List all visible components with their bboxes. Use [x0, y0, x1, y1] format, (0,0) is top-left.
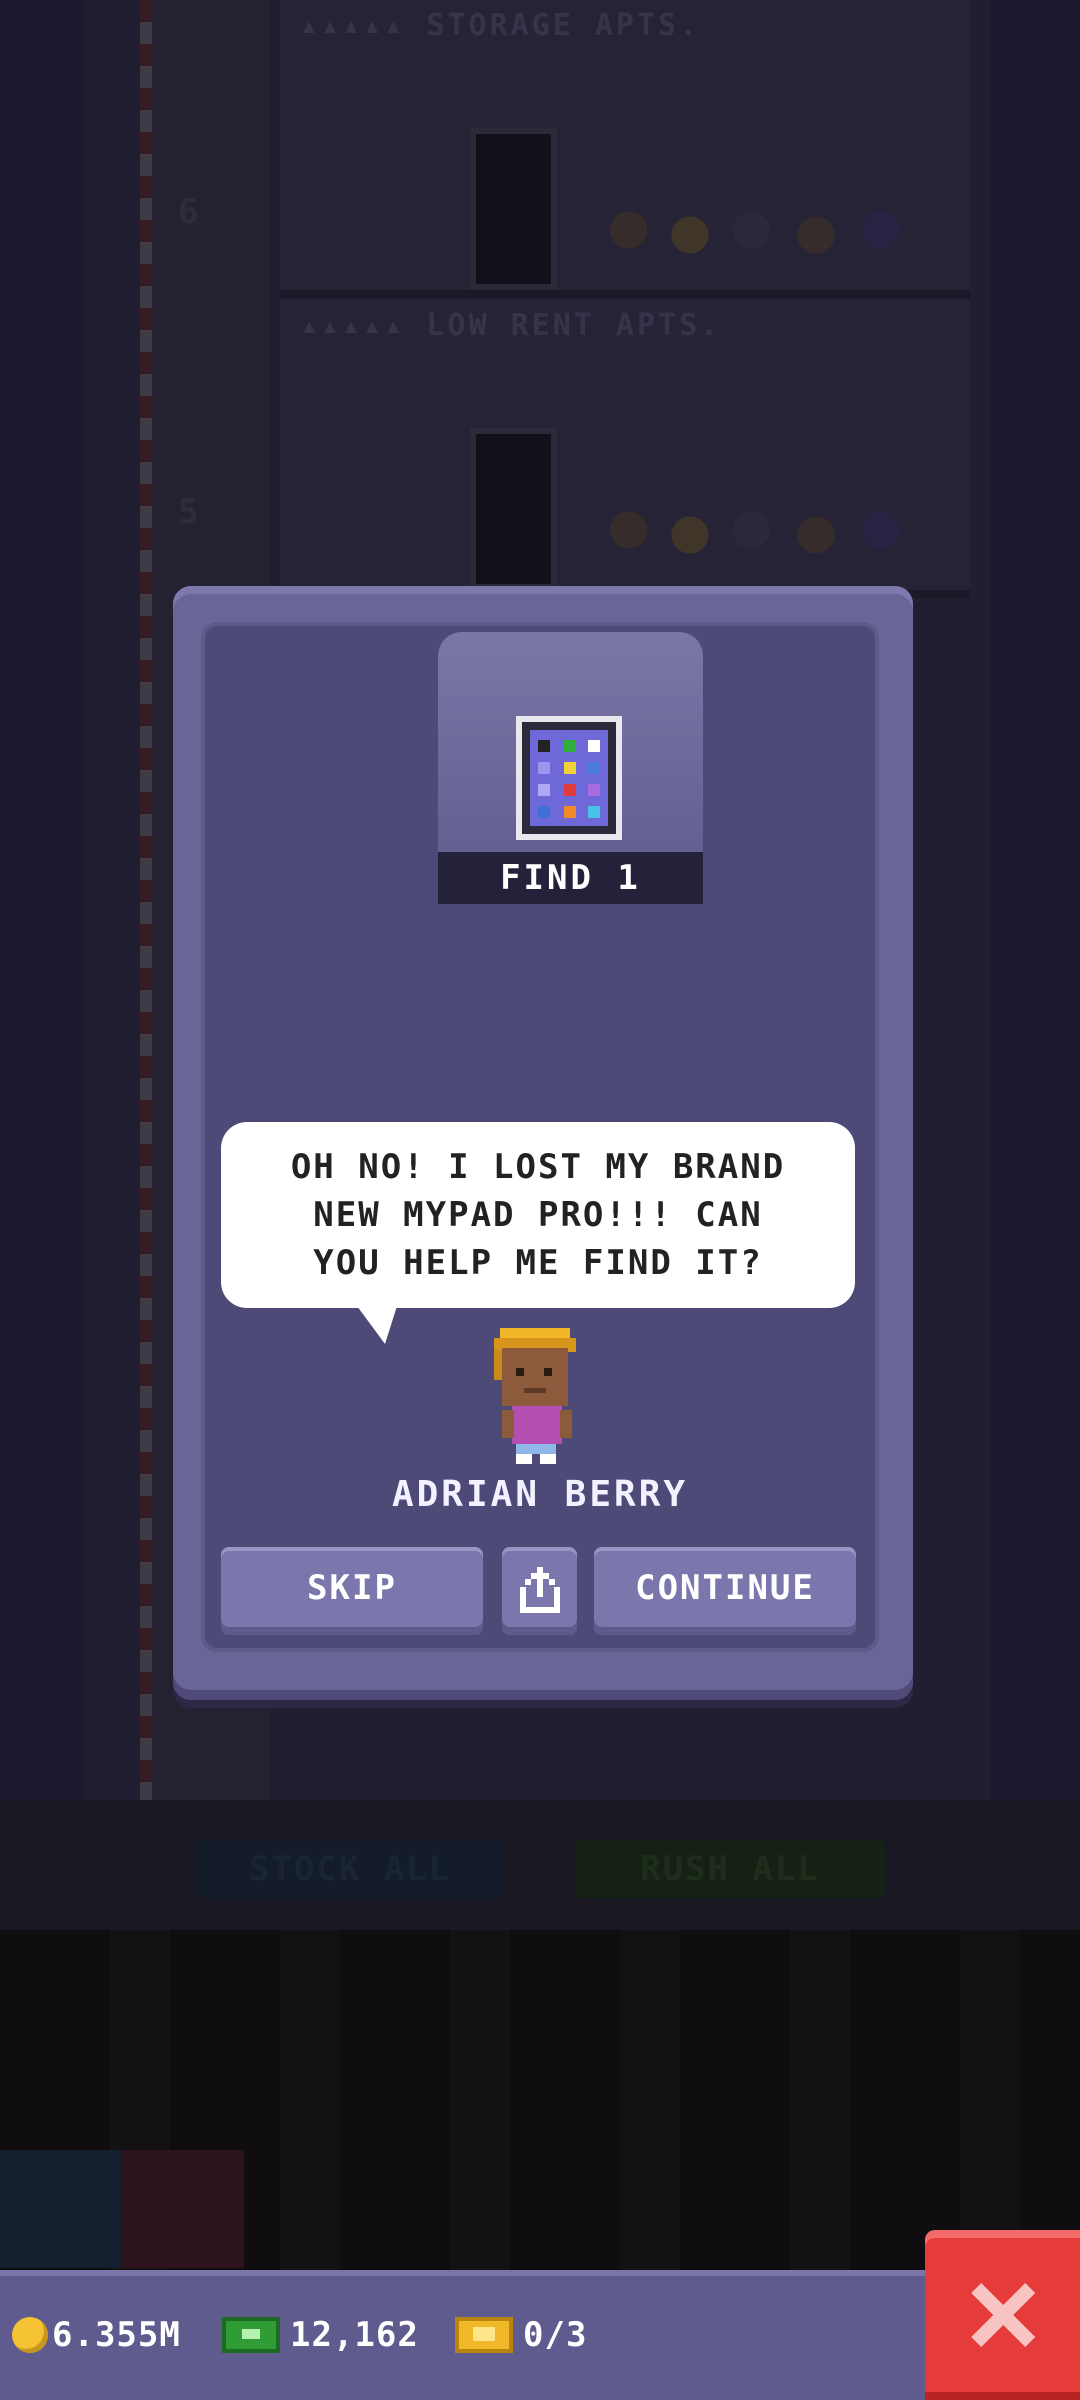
skip-button[interactable]: SKIP	[221, 1547, 483, 1635]
speech-line: NEW MYPAD PRO!!! CAN	[313, 1195, 763, 1235]
speech-line: OH NO! I LOST MY BRAND	[290, 1147, 786, 1187]
bux-value: 12,162	[290, 2315, 419, 2355]
character-name: ADRIAN BERRY	[391, 1474, 689, 1515]
tickets-value: 0/3	[523, 2315, 588, 2355]
currency-bar: 6.355M 12,162 0/3	[0, 2270, 925, 2400]
speech-bubble: OH NO! I LOST MY BRAND NEW MYPAD PRO!!! …	[221, 1122, 855, 1308]
continue-button[interactable]: CONTINUE	[594, 1547, 856, 1635]
tablet-icon	[516, 716, 622, 840]
speech-bubble-tail	[357, 1306, 397, 1344]
mission-item-card: FIND 1	[438, 632, 703, 904]
tower-bux-icon	[222, 2317, 280, 2353]
ticket-icon	[455, 2317, 513, 2353]
mission-dialog: FIND 1 OH NO! I LOST MY BRAND NEW MYPAD …	[173, 586, 913, 1700]
coins-counter: 6.355M	[12, 2310, 181, 2360]
coins-value: 6.355M	[52, 2315, 181, 2355]
dialog-panel: FIND 1 OH NO! I LOST MY BRAND NEW MYPAD …	[201, 622, 879, 1652]
speech-line: YOU HELP ME FIND IT?	[313, 1243, 763, 1283]
find-count-label: FIND 1	[438, 852, 703, 904]
coin-icon	[12, 2317, 48, 2353]
share-icon	[519, 1567, 560, 1613]
character-avatar	[494, 1328, 576, 1464]
tickets-counter: 0/3	[455, 2310, 587, 2360]
bux-counter: 12,162	[222, 2310, 419, 2360]
close-button[interactable]	[925, 2230, 1080, 2400]
close-icon	[970, 2283, 1035, 2347]
share-button[interactable]	[502, 1547, 577, 1635]
